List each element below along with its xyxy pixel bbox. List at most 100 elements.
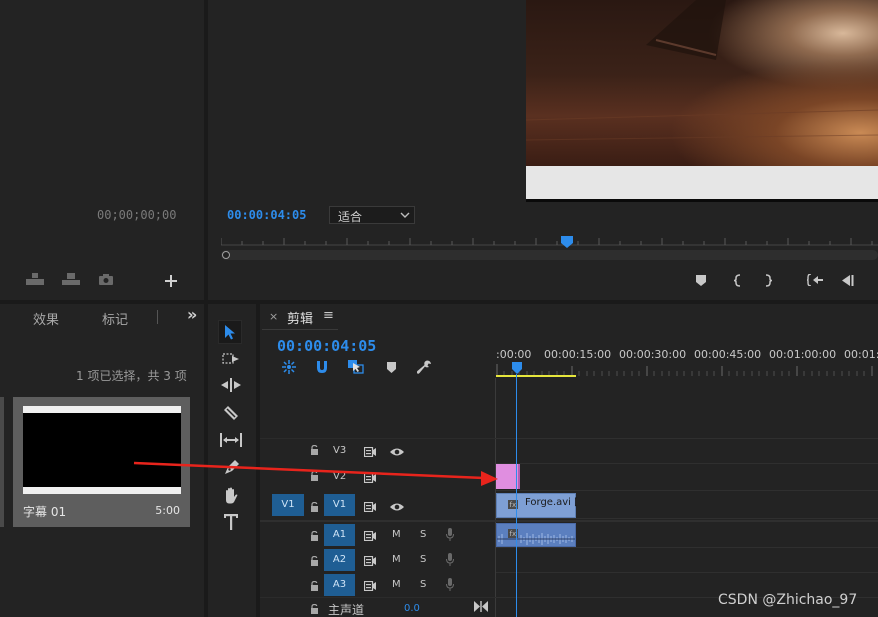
slip-tool-icon[interactable] bbox=[220, 431, 242, 449]
ruler-label-60: 00:01:00:00 bbox=[769, 348, 837, 361]
lock-icon[interactable] bbox=[310, 530, 319, 541]
type-tool-icon[interactable] bbox=[220, 512, 242, 532]
lane-line-v1 bbox=[496, 518, 878, 519]
eye-icon[interactable] bbox=[390, 446, 404, 460]
track-a1-header: A1 M S bbox=[260, 524, 496, 548]
tab-effects[interactable]: 效果 bbox=[33, 309, 59, 328]
zoom-dropdown[interactable]: 适合 bbox=[329, 206, 415, 224]
master-volume-value[interactable]: 0.0 bbox=[404, 603, 420, 614]
video-frame-image bbox=[526, 0, 878, 166]
lock-icon[interactable] bbox=[310, 501, 319, 512]
program-playhead-icon[interactable] bbox=[561, 236, 573, 248]
selection-tool-icon[interactable] bbox=[218, 320, 242, 344]
bin-item-thumbnail bbox=[23, 406, 181, 494]
solo-button[interactable]: S bbox=[420, 554, 426, 565]
bin-item-duration: 5:00 bbox=[155, 504, 180, 517]
go-to-in-icon[interactable] bbox=[806, 272, 824, 288]
mute-button[interactable]: M bbox=[392, 579, 401, 590]
microphone-icon[interactable] bbox=[446, 578, 454, 594]
program-scroll-bar[interactable] bbox=[221, 250, 878, 260]
audio-clip-a1[interactable]: fx bbox=[496, 523, 576, 547]
wrench-settings-icon[interactable] bbox=[415, 358, 433, 376]
program-time-ruler[interactable] bbox=[220, 234, 878, 246]
track-a2-target[interactable]: A2 bbox=[324, 549, 355, 571]
overwrite-icon[interactable] bbox=[62, 272, 80, 286]
track-select-tool-icon[interactable] bbox=[220, 350, 242, 368]
track-a1-target[interactable]: A1 bbox=[324, 524, 355, 546]
scroll-handle-icon[interactable] bbox=[222, 251, 230, 259]
camera-icon[interactable] bbox=[98, 273, 114, 285]
track-v1-header: V1 V1 bbox=[260, 494, 496, 518]
timeline-timecode[interactable]: 00:00:04:05 bbox=[277, 337, 376, 355]
lane-line-v2 bbox=[496, 490, 878, 491]
track-v2-label[interactable]: V2 bbox=[333, 471, 346, 482]
nest-sequence-icon[interactable] bbox=[281, 359, 297, 375]
video-frame-white-band bbox=[526, 166, 878, 199]
tab-divider bbox=[157, 310, 158, 324]
source-monitor-panel: 00;00;00;00 bbox=[0, 0, 204, 300]
ruler-label-15: 00:00:15:00 bbox=[544, 348, 612, 361]
razor-tool-icon[interactable] bbox=[220, 403, 242, 423]
track-v3-label[interactable]: V3 bbox=[333, 445, 346, 456]
sync-lock-icon[interactable] bbox=[363, 555, 376, 569]
eye-icon[interactable] bbox=[390, 501, 404, 515]
bin-item-title-01[interactable]: 字幕 01 5:00 bbox=[13, 397, 190, 527]
sync-lock-icon[interactable] bbox=[363, 580, 376, 594]
ruler-label-75: 00:01:1 bbox=[844, 348, 878, 361]
audio-waveform bbox=[497, 533, 575, 545]
track-v3-header: V3 bbox=[260, 440, 496, 464]
track-v2-header: V2 bbox=[260, 466, 496, 490]
lock-icon[interactable] bbox=[310, 555, 319, 566]
lock-icon[interactable] bbox=[310, 603, 319, 614]
source-timecode: 00;00;00;00 bbox=[97, 208, 177, 222]
mark-in-icon[interactable] bbox=[730, 272, 744, 288]
timeline-close-icon[interactable]: × bbox=[269, 310, 278, 323]
microphone-icon[interactable] bbox=[446, 553, 454, 569]
watermark: CSDN @Zhichao_97 bbox=[718, 592, 858, 608]
master-track-label: 主声道 bbox=[328, 603, 365, 617]
pen-tool-icon[interactable] bbox=[220, 458, 242, 478]
source-patch-v1[interactable]: V1 bbox=[272, 494, 304, 516]
video-clip-label: Forge.avi [ bbox=[525, 497, 579, 508]
insert-icon[interactable] bbox=[26, 272, 44, 286]
lane-line-v3 bbox=[496, 463, 878, 464]
timeline-menu-icon[interactable]: ≡ bbox=[323, 308, 334, 323]
track-v1-target[interactable]: V1 bbox=[324, 494, 355, 516]
sync-lock-icon[interactable] bbox=[363, 530, 376, 544]
lock-icon[interactable] bbox=[310, 470, 319, 481]
timeline-tab-title[interactable]: 剪辑 bbox=[287, 308, 313, 327]
lane-line-a2 bbox=[496, 572, 878, 573]
lock-icon[interactable] bbox=[310, 444, 319, 455]
sync-lock-icon[interactable] bbox=[363, 446, 376, 460]
snap-icon[interactable] bbox=[314, 359, 330, 375]
sync-lock-icon[interactable] bbox=[363, 472, 376, 486]
ruler-label-0: :00:00 bbox=[496, 348, 532, 361]
lock-icon[interactable] bbox=[310, 580, 319, 591]
sync-lock-icon[interactable] bbox=[363, 501, 376, 515]
add-button-icon[interactable] bbox=[164, 274, 178, 288]
microphone-icon[interactable] bbox=[446, 528, 454, 544]
ripple-edit-tool-icon[interactable] bbox=[220, 376, 242, 394]
mute-button[interactable]: M bbox=[392, 554, 401, 565]
work-area-bar[interactable] bbox=[496, 375, 576, 377]
solo-button[interactable]: S bbox=[420, 579, 426, 590]
program-monitor-panel: 00:00:04:05 适合 bbox=[208, 0, 878, 300]
go-to-end-icon[interactable] bbox=[474, 601, 488, 615]
tab-markers[interactable]: 标记 bbox=[102, 309, 128, 328]
tab-underline bbox=[262, 329, 338, 330]
timeline-playhead-icon[interactable] bbox=[512, 362, 522, 374]
timeline-add-marker-icon[interactable] bbox=[384, 360, 398, 374]
solo-button[interactable]: S bbox=[420, 529, 426, 540]
track-a3-target[interactable]: A3 bbox=[324, 574, 355, 596]
mark-out-icon[interactable] bbox=[762, 272, 776, 288]
mute-button[interactable]: M bbox=[392, 529, 401, 540]
bin-item-prev-edge bbox=[0, 397, 4, 527]
panel-overflow-icon[interactable]: » bbox=[187, 305, 197, 324]
hand-tool-icon[interactable] bbox=[220, 485, 242, 505]
lane-line-a1 bbox=[496, 547, 878, 548]
step-back-icon[interactable] bbox=[840, 272, 856, 288]
video-clip-forge[interactable]: fx Forge.avi [ bbox=[496, 493, 579, 518]
linked-selection-icon[interactable] bbox=[347, 359, 365, 375]
program-video-frame bbox=[526, 0, 878, 202]
add-marker-icon[interactable] bbox=[694, 273, 708, 287]
